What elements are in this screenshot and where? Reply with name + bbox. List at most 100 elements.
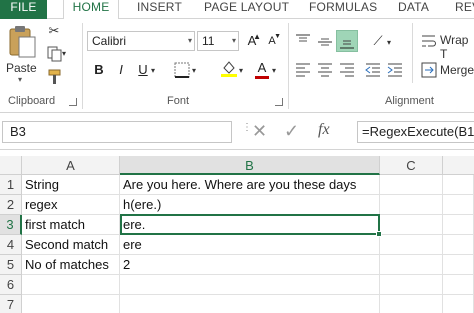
cell-c2[interactable] (380, 195, 443, 215)
cell-d3[interactable] (443, 215, 474, 235)
row-header-5[interactable]: 5 (0, 255, 22, 275)
cell-d6[interactable] (443, 275, 474, 295)
cell-d1[interactable] (443, 175, 474, 195)
shrink-font-button[interactable]: A ▼ (263, 32, 281, 50)
orientation-dropdown-icon[interactable]: ▾ (387, 35, 391, 51)
group-divider (412, 23, 413, 83)
orientation-icon[interactable]: ⟋ (369, 33, 387, 49)
formula-bar: B3 ⋮ ✕ ✓ fx =RegexExecute(B1 (0, 114, 474, 150)
cell-b6[interactable] (120, 275, 380, 295)
merge-center-icon[interactable] (421, 62, 437, 78)
font-color-button[interactable]: A (253, 59, 271, 79)
cell-d2[interactable] (443, 195, 474, 215)
underline-button[interactable]: U (134, 61, 152, 79)
copy-icon[interactable] (47, 46, 63, 62)
cell-c1[interactable] (380, 175, 443, 195)
bold-button[interactable]: B (90, 61, 108, 79)
font-color-icon: A (257, 60, 267, 75)
align-middle-icon[interactable] (316, 33, 334, 51)
italic-button[interactable]: I (112, 61, 130, 79)
name-box[interactable]: B3 (2, 121, 232, 143)
font-launcher-icon[interactable] (275, 98, 283, 106)
wrap-text-icon[interactable] (421, 33, 437, 49)
font-color-dropdown-icon[interactable]: ▾ (272, 63, 276, 79)
chevron-down-icon: ▾ (187, 36, 192, 45)
font-size-select[interactable]: 11 ▾ (197, 31, 239, 51)
borders-icon[interactable] (174, 62, 190, 78)
grow-font-button[interactable]: A ▲ (243, 32, 261, 50)
formula-input[interactable]: =RegexExecute(B1 (357, 121, 474, 143)
decrease-indent-icon[interactable] (364, 61, 382, 79)
tab-data[interactable]: DATA (398, 0, 429, 19)
format-painter-icon[interactable] (47, 69, 63, 85)
align-bottom-button[interactable] (336, 30, 358, 52)
row-header-2[interactable]: 2 (0, 195, 22, 215)
paste-button[interactable]: Paste ▾ (4, 23, 40, 84)
cell-a7[interactable] (22, 295, 120, 313)
font-name-select[interactable]: Calibri ▾ (87, 31, 195, 51)
column-header-d[interactable] (443, 156, 474, 175)
column-header-c[interactable]: C (380, 156, 443, 175)
alignment-group-label: Alignment (385, 95, 434, 107)
tab-file[interactable]: FILE (0, 0, 47, 19)
row-header-1[interactable]: 1 (0, 175, 22, 195)
cancel-icon[interactable]: ✕ (252, 121, 267, 142)
cell-a4[interactable]: Second match (22, 235, 120, 255)
increase-indent-icon[interactable] (386, 61, 404, 79)
cell-c3[interactable] (380, 215, 443, 235)
cell-a2[interactable]: regex (22, 195, 120, 215)
merge-center-label[interactable]: Merge (440, 63, 474, 77)
formula-buttons: ⋮ ✕ ✓ fx (242, 121, 346, 143)
cell-b1[interactable]: Are you here. Where are you these days (120, 175, 380, 195)
cell-d4[interactable] (443, 235, 474, 255)
align-bottom-icon (340, 40, 354, 49)
fill-color-icon[interactable] (220, 59, 238, 77)
align-top-icon[interactable] (294, 33, 312, 51)
column-header-a[interactable]: A (22, 156, 120, 175)
copy-dropdown-icon[interactable]: ▾ (62, 46, 66, 62)
tab-review[interactable]: REV (455, 0, 474, 19)
wrap-text-label[interactable]: Wrap T (440, 33, 474, 61)
align-left-icon[interactable] (294, 61, 312, 79)
cell-a1[interactable]: String (22, 175, 120, 195)
cell-d5[interactable] (443, 255, 474, 275)
column-header-b[interactable]: B (120, 156, 380, 175)
cell-c5[interactable] (380, 255, 443, 275)
group-divider (82, 23, 83, 109)
row-header-4[interactable]: 4 (0, 235, 22, 255)
cell-b4[interactable]: ere (120, 235, 380, 255)
cut-icon[interactable]: ✂ (46, 23, 62, 39)
align-center-icon[interactable] (316, 61, 334, 79)
clipboard-launcher-icon[interactable] (69, 98, 77, 106)
cell-a6[interactable] (22, 275, 120, 295)
cell-c4[interactable] (380, 235, 443, 255)
underline-dropdown-icon[interactable]: ▾ (151, 63, 155, 79)
borders-dropdown-icon[interactable]: ▾ (192, 63, 196, 79)
tab-insert[interactable]: INSERT (137, 0, 182, 19)
cell-b2[interactable]: h(ere.) (120, 195, 380, 215)
cell-b5[interactable]: 2 (120, 255, 380, 275)
cell-a5[interactable]: No of matches (22, 255, 120, 275)
tab-page-layout[interactable]: PAGE LAYOUT (204, 0, 289, 19)
formula-text: =RegexExecute(B1 (362, 124, 474, 139)
row-header-3[interactable]: 3 (0, 215, 22, 235)
row-header-7[interactable]: 7 (0, 295, 22, 313)
row-header-6[interactable]: 6 (0, 275, 22, 295)
tab-home[interactable]: HOME (63, 0, 119, 20)
insert-function-icon[interactable]: fx (318, 121, 330, 139)
chevron-down-icon: ▾ (231, 36, 236, 45)
cell-a3[interactable]: first match (22, 215, 120, 235)
select-all-corner[interactable] (0, 156, 22, 175)
paste-dropdown-icon: ▾ (18, 75, 23, 84)
font-color-swatch (255, 76, 269, 79)
active-cell-border (120, 214, 380, 235)
cell-c6[interactable] (380, 275, 443, 295)
tab-formulas[interactable]: FORMULAS (309, 0, 377, 19)
align-right-icon[interactable] (338, 61, 356, 79)
cell-b7[interactable] (120, 295, 380, 313)
cell-c7[interactable] (380, 295, 443, 313)
fill-handle[interactable] (376, 231, 382, 237)
cell-d7[interactable] (443, 295, 474, 313)
enter-icon[interactable]: ✓ (284, 121, 299, 142)
fill-color-dropdown-icon[interactable]: ▾ (239, 63, 243, 79)
